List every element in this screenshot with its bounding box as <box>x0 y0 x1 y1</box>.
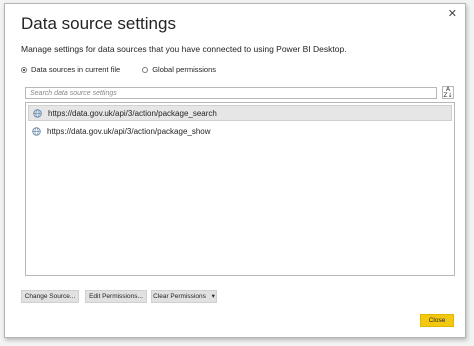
sort-az-icon: A Z↓ <box>443 86 453 99</box>
radio-current-file-label: Data sources in current file <box>31 65 121 74</box>
radio-global-permissions-label: Global permissions <box>152 65 216 74</box>
sort-button[interactable]: A Z↓ <box>442 86 454 99</box>
search-input[interactable]: Search data source settings <box>25 87 437 99</box>
radio-selected-icon <box>21 66 27 73</box>
clear-permissions-button[interactable]: Clear Permissions ▾ <box>151 290 217 303</box>
change-source-button[interactable]: Change Source... <box>21 290 79 303</box>
globe-icon <box>33 108 42 118</box>
edit-permissions-button[interactable]: Edit Permissions... <box>85 290 147 303</box>
radio-global-permissions[interactable]: Global permissions <box>142 65 216 74</box>
list-item[interactable]: https://data.gov.uk/api/3/action/package… <box>28 105 452 121</box>
clear-permissions-label: Clear Permissions <box>153 293 206 300</box>
close-button[interactable]: Close <box>420 314 454 327</box>
radio-unselected-icon <box>142 66 149 73</box>
dialog-description: Manage settings for data sources that yo… <box>21 44 347 54</box>
data-source-url: https://data.gov.uk/api/3/action/package… <box>47 126 211 136</box>
scope-selector: Data sources in current file Global perm… <box>21 65 216 74</box>
data-source-url: https://data.gov.uk/api/3/action/package… <box>48 108 217 118</box>
globe-icon <box>32 126 41 136</box>
data-source-list: https://data.gov.uk/api/3/action/package… <box>25 102 455 276</box>
list-item[interactable]: https://data.gov.uk/api/3/action/package… <box>28 123 452 139</box>
close-icon[interactable]: ✕ <box>448 7 457 20</box>
chevron-down-icon: ▾ <box>211 293 215 300</box>
dialog-title: Data source settings <box>21 14 176 33</box>
radio-current-file[interactable]: Data sources in current file <box>21 65 120 74</box>
data-source-settings-dialog: ✕ Data source settings Manage settings f… <box>4 3 466 338</box>
